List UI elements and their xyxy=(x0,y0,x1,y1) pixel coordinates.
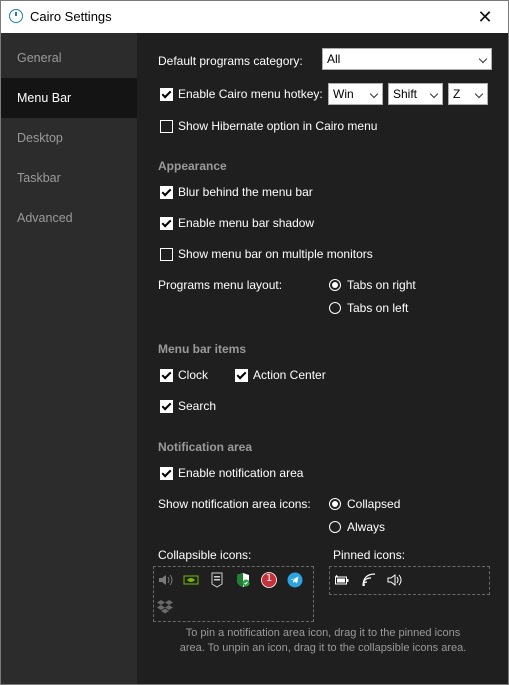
sidebar-item-desktop[interactable]: Desktop xyxy=(1,118,137,158)
hotkey-modifier2-value: Shift xyxy=(393,87,418,101)
notification-icons-label: Show notification area icons: xyxy=(158,497,311,511)
sidebar-item-menu-bar[interactable]: Menu Bar xyxy=(1,78,137,118)
shadow-label: Enable menu bar shadow xyxy=(178,216,315,230)
blur-label: Blur behind the menu bar xyxy=(178,185,313,199)
pinned-icons-label: Pinned icons: xyxy=(333,548,406,562)
collapsible-icons-label: Collapsible icons: xyxy=(158,548,252,562)
tabs-left-label: Tabs on left xyxy=(347,301,409,315)
search-label: Search xyxy=(178,399,217,413)
collapsed-radio[interactable] xyxy=(329,498,341,510)
menu-bar-items-header: Menu bar items xyxy=(158,342,247,356)
chevron-down-icon xyxy=(429,89,439,99)
multi-monitor-checkbox[interactable] xyxy=(160,248,173,261)
tabs-right-radio[interactable] xyxy=(329,279,341,291)
collapsible-icons-area[interactable]: 1 xyxy=(153,566,314,622)
enable-notification-label: Enable notification area xyxy=(178,466,304,480)
pinned-icons-area[interactable] xyxy=(329,566,490,595)
tabs-left-radio[interactable] xyxy=(329,302,341,314)
chevron-down-icon xyxy=(478,54,488,64)
default-programs-value: All xyxy=(327,52,341,66)
collapsed-label: Collapsed xyxy=(347,497,401,511)
title-bar: Cairo Settings ✕ xyxy=(1,1,508,33)
sidebar-item-advanced[interactable]: Advanced xyxy=(1,198,137,238)
chevron-down-icon xyxy=(369,89,379,99)
hotkey-modifier1-select[interactable]: Win xyxy=(328,83,383,105)
hotkey-checkbox[interactable] xyxy=(160,88,173,101)
blur-checkbox[interactable] xyxy=(160,186,173,199)
cairo-app-icon xyxy=(9,9,23,23)
hibernate-checkbox[interactable] xyxy=(160,120,173,133)
hotkey-label: Enable Cairo menu hotkey: xyxy=(178,87,323,101)
hotkey-modifier2-select[interactable]: Shift xyxy=(388,83,443,105)
tabs-right-label: Tabs on right xyxy=(347,278,416,292)
chevron-down-icon xyxy=(474,89,484,99)
action-center-label: Action Center xyxy=(253,368,326,382)
hotkey-key-value: Z xyxy=(453,87,461,101)
default-programs-select[interactable]: All xyxy=(322,48,492,70)
nvidia-icon[interactable] xyxy=(183,572,199,588)
notification-area-header: Notification area xyxy=(158,440,253,454)
hotkey-key-select[interactable]: Z xyxy=(448,83,488,105)
shadow-checkbox[interactable] xyxy=(160,217,173,230)
notification-badge-icon[interactable]: 1 xyxy=(261,572,277,588)
window-title: Cairo Settings xyxy=(30,9,112,24)
programs-layout-label: Programs menu layout: xyxy=(158,278,283,292)
menu-bar-settings-panel: Default programs category: All Enable Ca… xyxy=(137,33,508,684)
multi-monitor-label: Show menu bar on multiple monitors xyxy=(178,247,373,261)
always-radio[interactable] xyxy=(329,521,341,533)
volume-icon[interactable] xyxy=(387,572,403,588)
battery-icon[interactable] xyxy=(334,572,350,588)
close-button[interactable]: ✕ xyxy=(462,1,508,33)
enable-notification-checkbox[interactable] xyxy=(160,467,173,480)
sidebar: General Menu Bar Desktop Taskbar Advance… xyxy=(1,33,137,684)
settings-window: Cairo Settings ✕ General Menu Bar Deskto… xyxy=(0,0,509,685)
wifi-icon[interactable] xyxy=(361,572,377,588)
clock-checkbox[interactable] xyxy=(160,369,173,382)
epic-games-icon[interactable] xyxy=(209,572,225,588)
always-label: Always xyxy=(347,520,386,534)
dropbox-icon[interactable] xyxy=(157,598,173,614)
telegram-icon[interactable] xyxy=(287,572,303,588)
pin-instructions: To pin a notification area icon, drag it… xyxy=(179,627,467,654)
security-shield-icon[interactable] xyxy=(235,572,251,588)
speaker-icon[interactable] xyxy=(157,572,173,588)
badge-count: 1 xyxy=(265,573,273,584)
sidebar-item-general[interactable]: General xyxy=(1,38,137,78)
hotkey-modifier1-value: Win xyxy=(333,87,354,101)
action-center-checkbox[interactable] xyxy=(235,369,248,382)
sidebar-item-taskbar[interactable]: Taskbar xyxy=(1,158,137,198)
appearance-header: Appearance xyxy=(158,159,227,173)
default-programs-label: Default programs category: xyxy=(158,54,303,68)
search-checkbox[interactable] xyxy=(160,400,173,413)
clock-label: Clock xyxy=(178,368,209,382)
hibernate-label: Show Hibernate option in Cairo menu xyxy=(178,119,378,133)
